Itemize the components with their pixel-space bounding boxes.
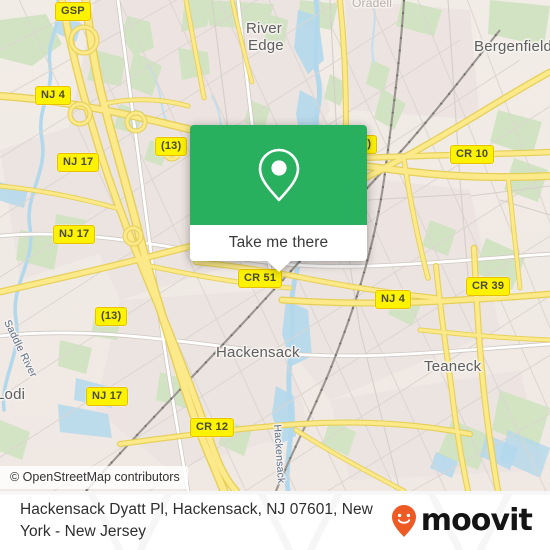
shield-cr10[interactable]: CR 10 [450, 145, 495, 164]
page-footer: Hackensack Dyatt Pl, Hackensack, NJ 0760… [0, 491, 550, 550]
screenshot-root: River Edge Oradell Bergenfield Hackensac… [0, 0, 550, 550]
shield-13-north[interactable]: (13) [155, 137, 188, 156]
shield-nj17-mid[interactable]: NJ 17 [53, 225, 96, 244]
map-pin-icon [258, 148, 299, 202]
footer-inner: Hackensack Dyatt Pl, Hackensack, NJ 0760… [0, 491, 550, 550]
osm-attribution[interactable]: © OpenStreetMap contributors [0, 466, 188, 489]
moovit-wordmark: moovit [420, 502, 533, 538]
callout-tail [265, 260, 292, 272]
shield-gsp[interactable]: GSP [55, 2, 91, 21]
address-text: Hackensack Dyatt Pl, Hackensack, NJ 0760… [20, 501, 373, 540]
shield-nj4-east[interactable]: NJ 4 [375, 290, 412, 309]
moovit-brand[interactable]: moovit [391, 504, 536, 538]
map-canvas[interactable]: River Edge Oradell Bergenfield Hackensac… [0, 0, 550, 491]
shield-cr12[interactable]: CR 12 [190, 418, 235, 437]
shield-nj17-lower[interactable]: NJ 17 [86, 387, 129, 406]
location-callout-card[interactable]: Take me there [190, 125, 367, 272]
callout-header [190, 125, 367, 225]
shield-13-lower[interactable]: (13) [95, 307, 128, 326]
shield-nj4-west[interactable]: NJ 4 [35, 86, 72, 105]
shield-cr39[interactable]: CR 39 [466, 277, 511, 296]
moovit-pin-icon [391, 504, 416, 537]
shield-nj17-upper[interactable]: NJ 17 [57, 153, 100, 172]
take-me-there-button[interactable]: Take me there [190, 225, 367, 261]
